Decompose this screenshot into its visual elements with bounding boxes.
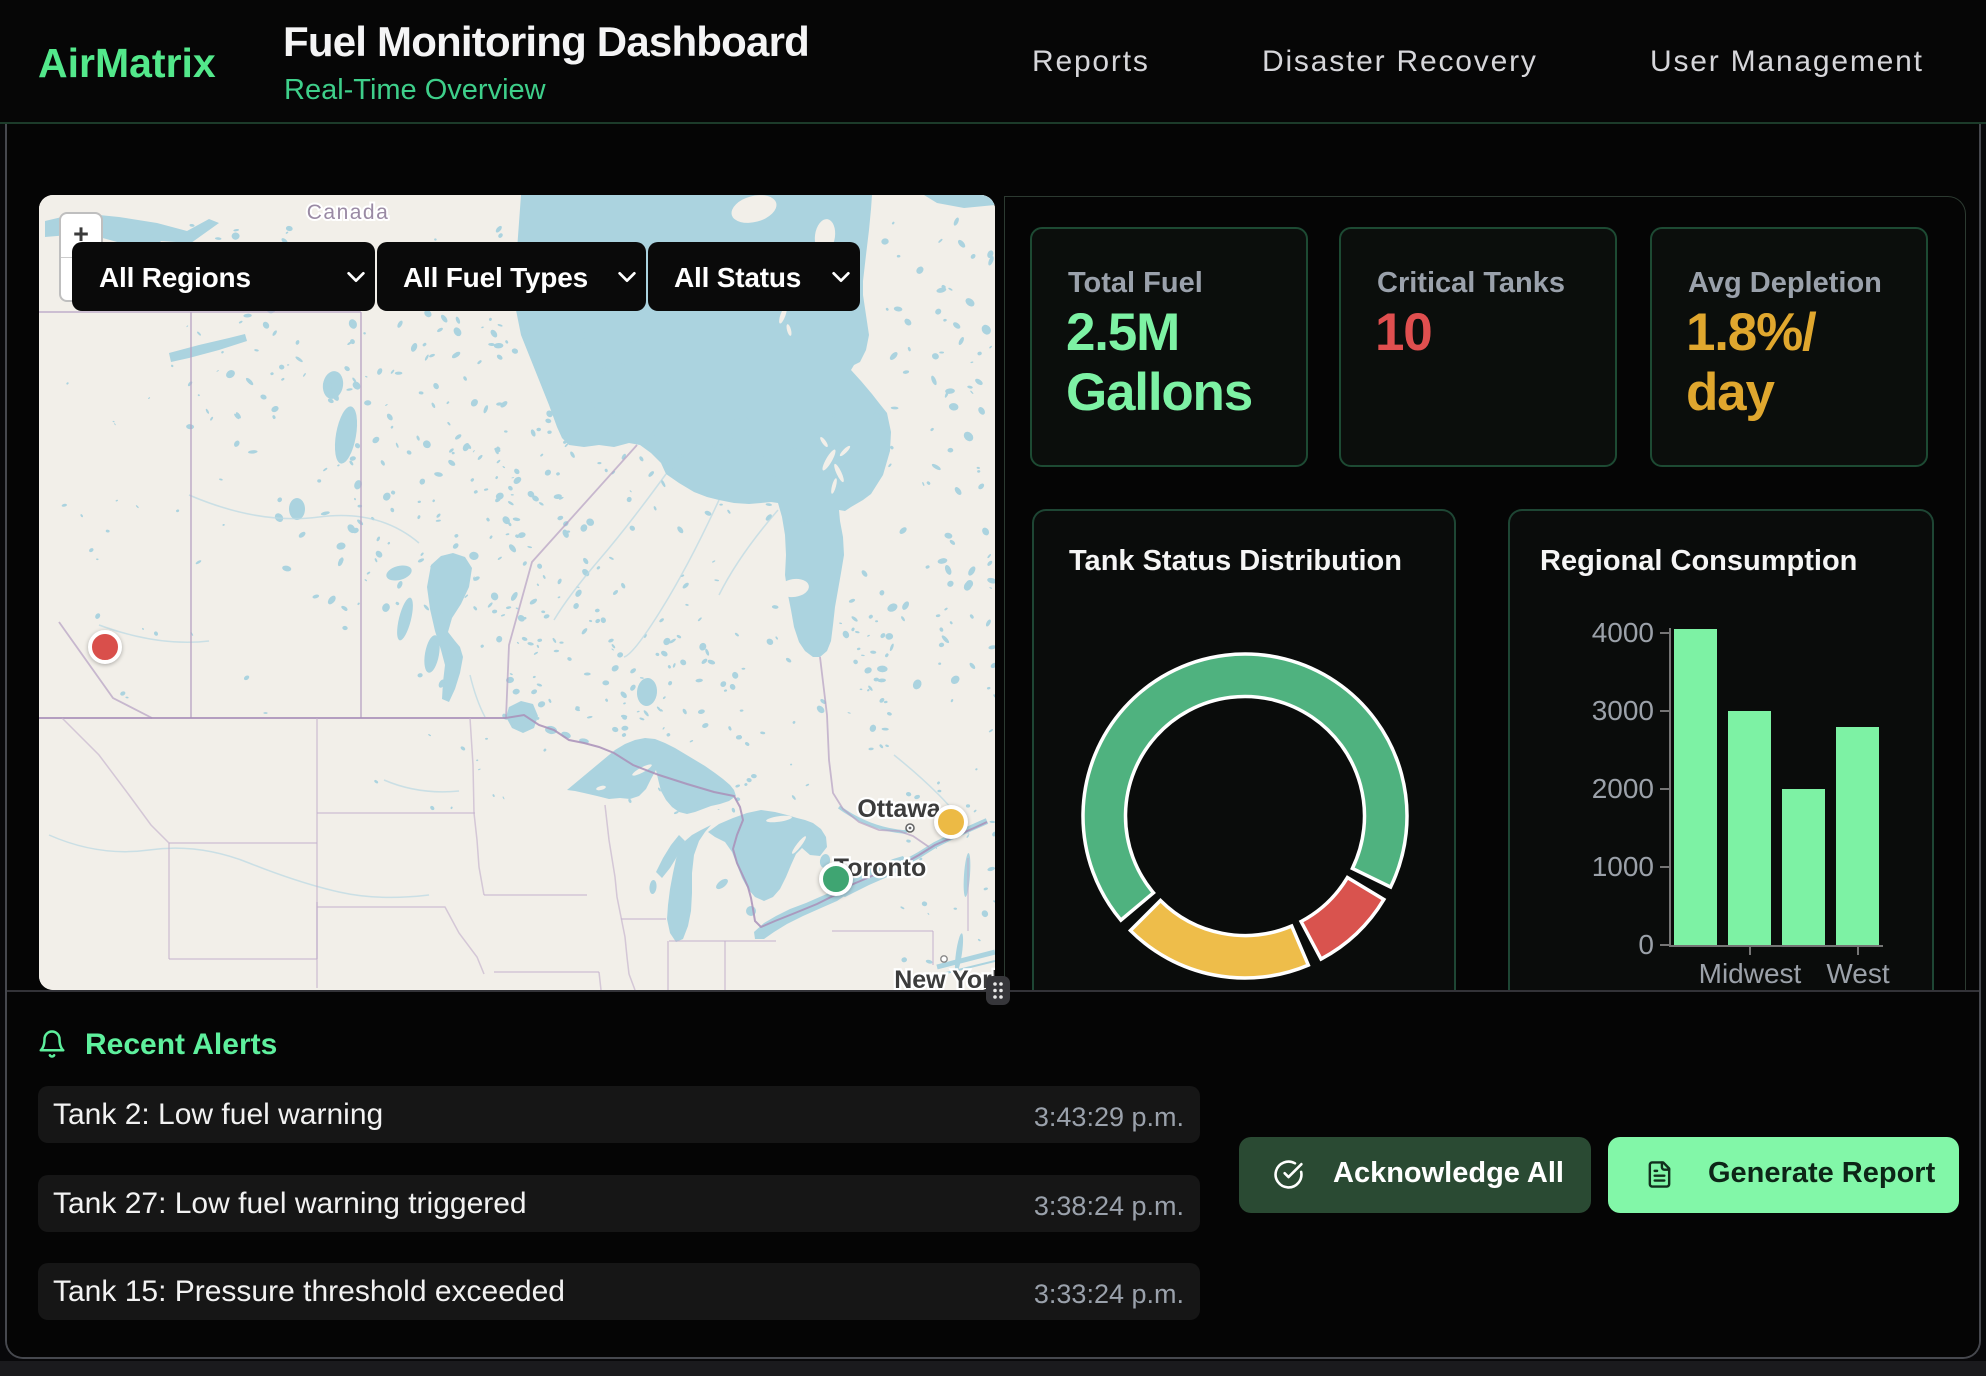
svg-text:0: 0 — [1638, 929, 1654, 960]
svg-text:4000: 4000 — [1592, 617, 1654, 648]
svg-text:New York: New York — [894, 966, 995, 990]
svg-text:3000: 3000 — [1592, 695, 1654, 726]
svg-text:Ottawa: Ottawa — [857, 795, 941, 823]
svg-text:1000: 1000 — [1592, 851, 1654, 882]
svg-text:Midwest: Midwest — [1699, 958, 1802, 989]
svg-text:2000: 2000 — [1592, 773, 1654, 804]
svg-text:West: West — [1826, 958, 1889, 989]
svg-text:Canada: Canada — [307, 201, 390, 224]
